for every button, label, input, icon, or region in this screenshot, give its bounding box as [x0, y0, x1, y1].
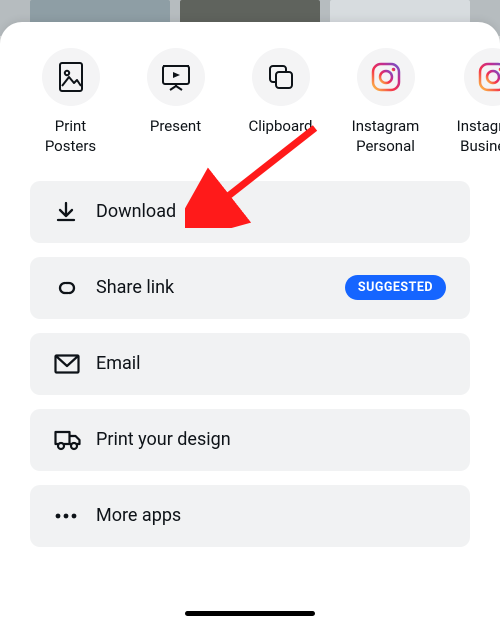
suggested-badge: SUGGESTED [345, 275, 446, 300]
action-list: Download Share link SUGGESTED Email [0, 181, 500, 547]
email-button[interactable]: Email [30, 333, 470, 395]
action-label: Download [96, 201, 446, 222]
destination-print-posters[interactable]: Print Posters [28, 48, 113, 157]
share-sheet: Print Posters Present Cli [0, 22, 500, 626]
instagram-icon [357, 48, 415, 106]
share-destinations-row[interactable]: Print Posters Present Cli [0, 48, 500, 157]
destination-instagram-personal[interactable]: Instagram Personal [343, 48, 428, 157]
link-icon [54, 278, 88, 298]
destination-label: Clipboard [248, 116, 312, 136]
destination-label: Instagram Business [448, 116, 500, 157]
destination-present[interactable]: Present [133, 48, 218, 157]
destination-label: Instagram Personal [343, 116, 428, 157]
home-indicator[interactable] [185, 611, 315, 616]
more-apps-button[interactable]: More apps [30, 485, 470, 547]
print-posters-icon [42, 48, 100, 106]
download-icon [54, 200, 88, 224]
destination-clipboard[interactable]: Clipboard [238, 48, 323, 157]
print-your-design-button[interactable]: Print your design [30, 409, 470, 471]
action-label: More apps [96, 505, 446, 526]
clipboard-icon [252, 48, 310, 106]
action-label: Email [96, 353, 446, 374]
present-icon [147, 48, 205, 106]
instagram-icon [464, 48, 500, 106]
email-icon [54, 354, 88, 374]
action-label: Share link [96, 277, 345, 298]
truck-icon [54, 429, 88, 451]
action-label: Print your design [96, 429, 446, 450]
destination-label: Print Posters [28, 116, 113, 157]
destination-instagram-business[interactable]: Instagram Business [448, 48, 500, 157]
more-icon [54, 512, 88, 520]
share-link-button[interactable]: Share link SUGGESTED [30, 257, 470, 319]
download-button[interactable]: Download [30, 181, 470, 243]
destination-label: Present [150, 116, 201, 136]
